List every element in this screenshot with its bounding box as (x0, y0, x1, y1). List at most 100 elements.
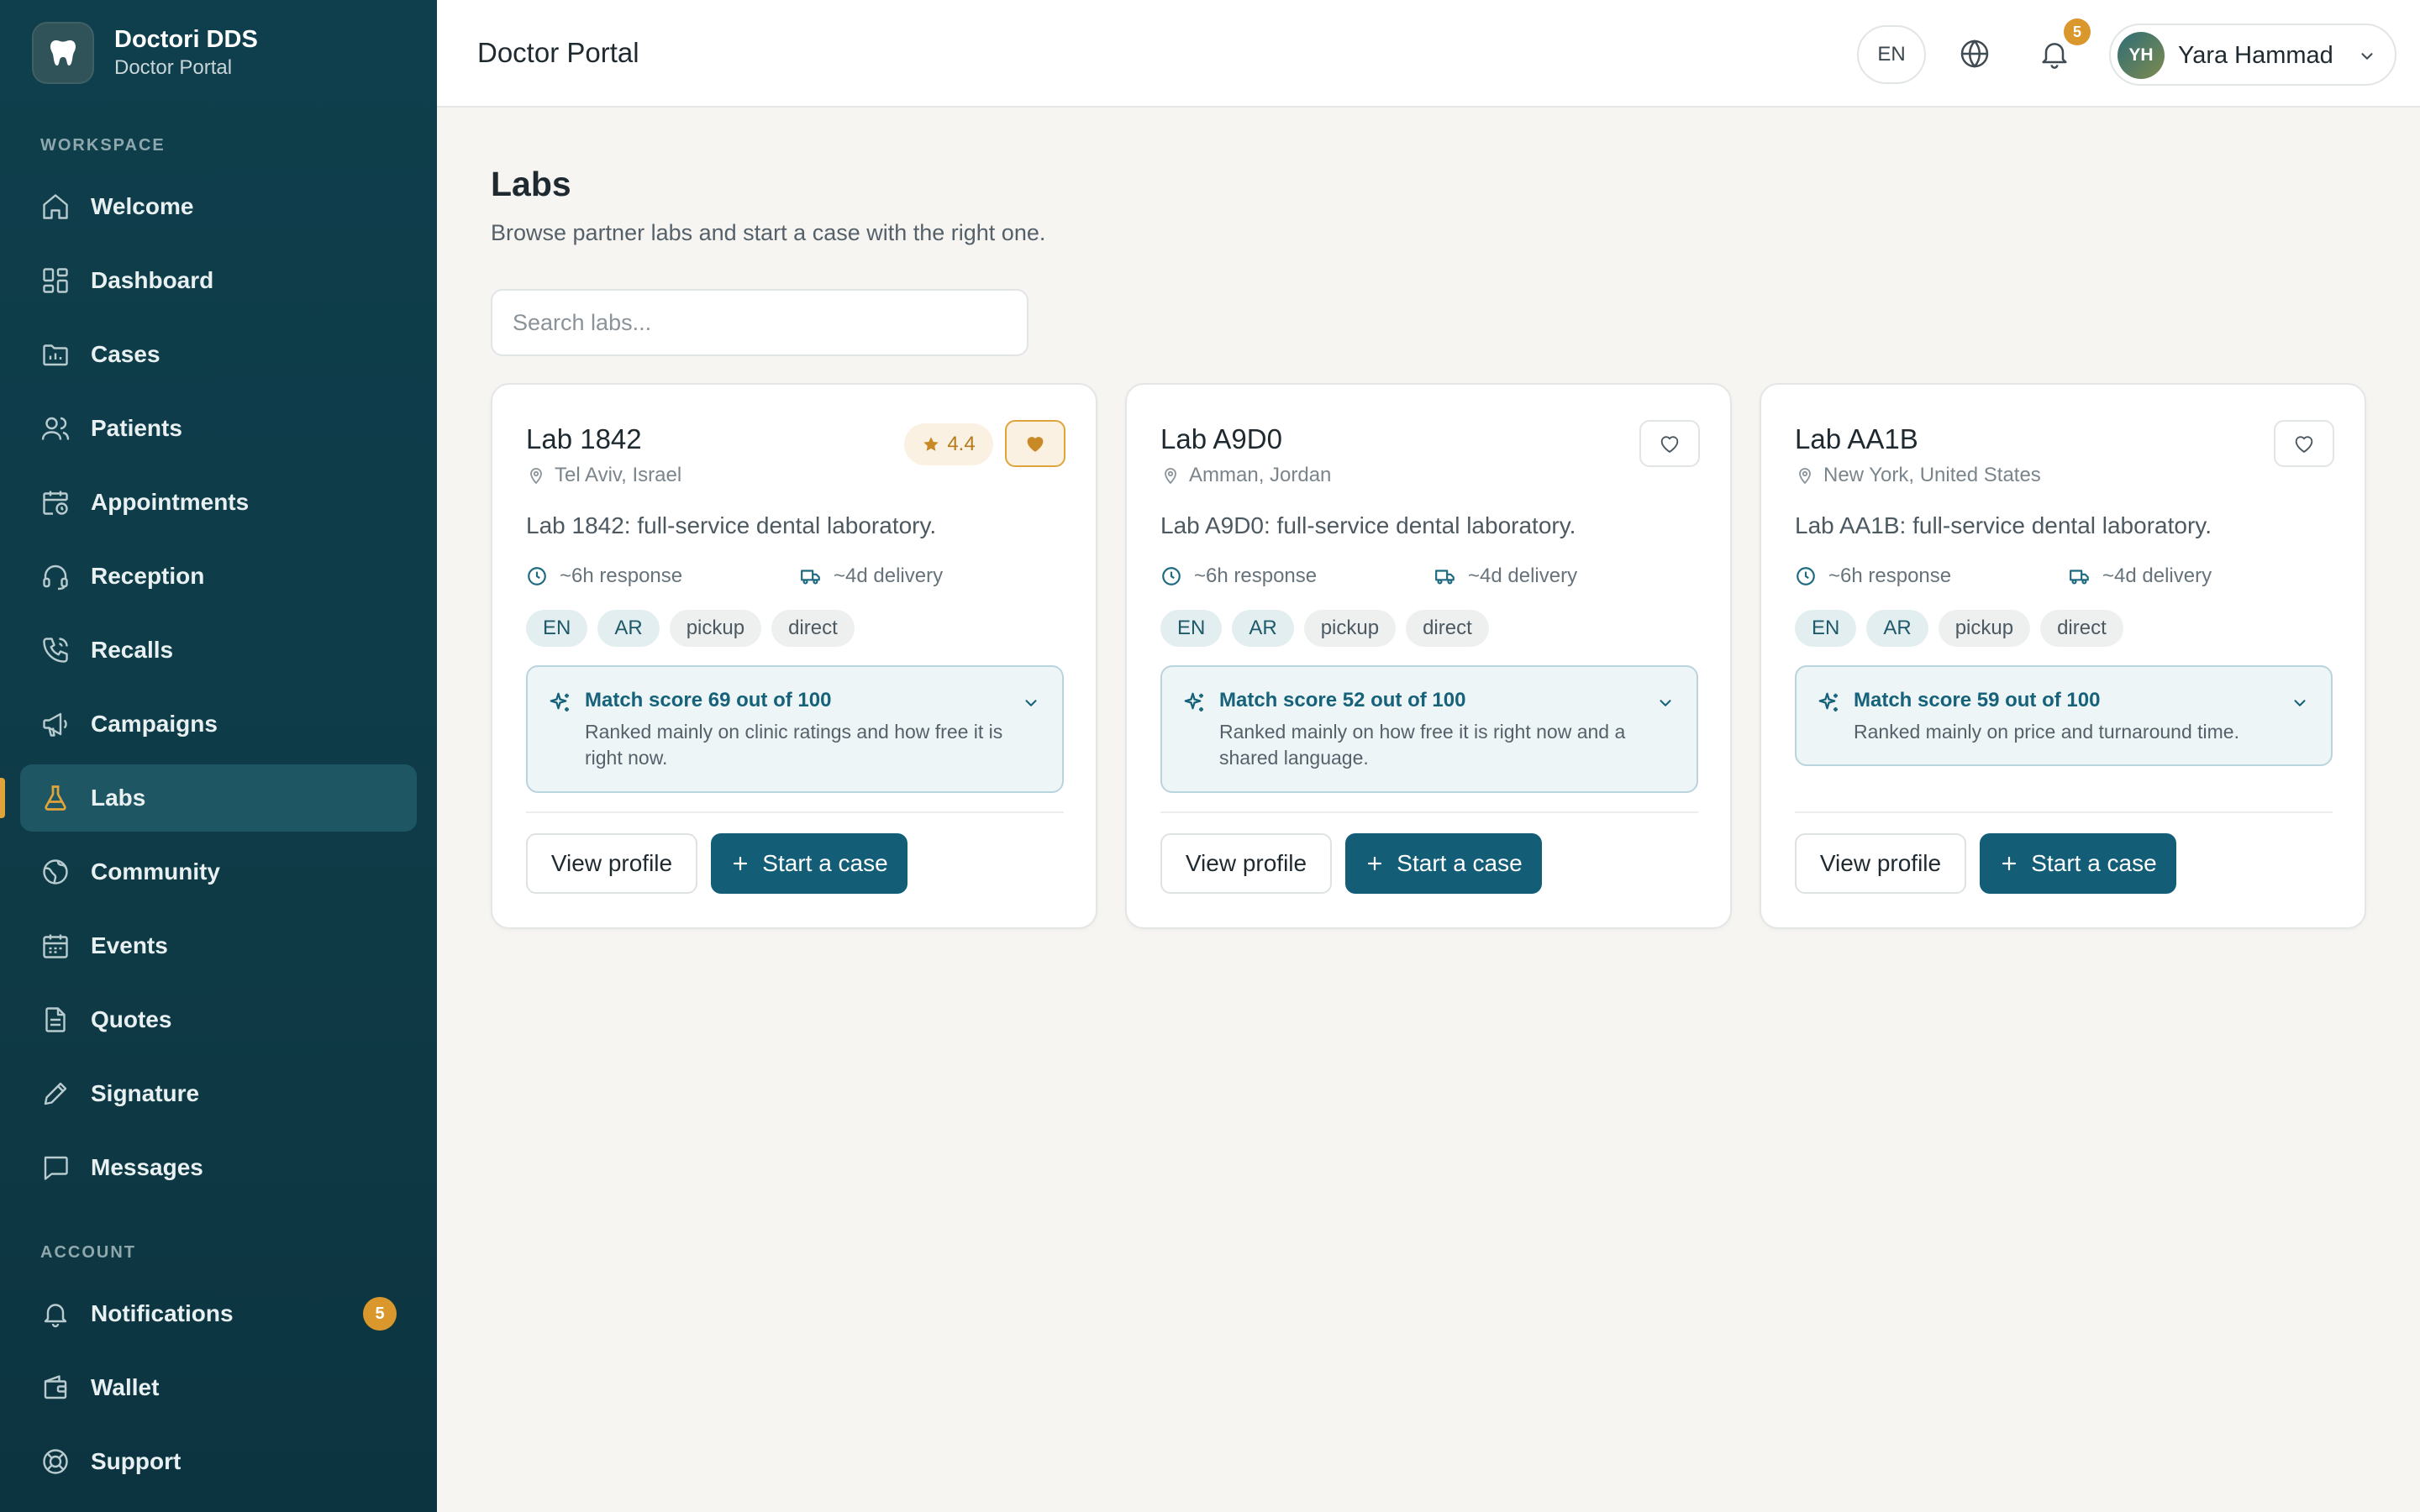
sidebar-item-label: Events (91, 932, 168, 958)
sidebar-item-dashboard[interactable]: Dashboard (20, 247, 417, 314)
calendar-icon (43, 934, 68, 958)
heart-filled-icon (1027, 437, 1044, 452)
sidebar-item-labs[interactable]: Labs (0, 764, 417, 832)
favorite-button[interactable] (1639, 420, 1700, 467)
sidebar-item-events[interactable]: Events (20, 912, 417, 979)
pen-icon (44, 1082, 67, 1105)
truck-icon (2070, 570, 2089, 585)
tag: AR (1866, 610, 1928, 647)
clock-icon (1162, 567, 1181, 585)
truck-icon (1435, 570, 1455, 585)
match-score-title: Match score 52 out of 100 (1219, 689, 1466, 711)
start-case-label: Start a case (762, 850, 888, 876)
search-input[interactable] (491, 289, 1028, 356)
lab-card: Lab AA1B New York, United States Lab AA1… (1760, 383, 2366, 929)
home-icon (43, 194, 68, 219)
sidebar-item-appointments[interactable]: Appointments (20, 469, 417, 536)
sidebar-item-signature[interactable]: Signature (20, 1060, 417, 1127)
sidebar-item-label: Campaigns (91, 711, 218, 737)
lab-tags: EN AR pickup direct (526, 610, 865, 647)
lab-card: Lab A9D0 Amman, Jordan Lab A9D0: full-se… (1125, 383, 1732, 929)
notifications-badge: 5 (2064, 18, 2091, 45)
lab-description: Lab AA1B: full-service dental laboratory… (1795, 512, 2212, 538)
start-case-button[interactable]: Start a case (1980, 833, 2176, 894)
sidebar-item-label: Cases (91, 341, 160, 367)
tag: AR (597, 610, 660, 647)
match-score-panel[interactable]: Match score 52 out of 100 Ranked mainly … (1160, 665, 1698, 793)
sidebar-item-reception[interactable]: Reception (20, 543, 417, 610)
view-profile-button[interactable]: View profile (526, 833, 697, 894)
chevron-down-icon (1660, 700, 1671, 706)
sidebar-item-label: Welcome (91, 193, 194, 219)
start-case-button[interactable]: Start a case (711, 833, 908, 894)
brand[interactable]: Doctori DDS Doctor Portal (32, 22, 258, 84)
sidebar-item-recalls[interactable]: Recalls (20, 617, 417, 684)
page-subtitle: Browse partner labs and start a case wit… (491, 220, 1046, 245)
sidebar-item-messages[interactable]: Messages (20, 1134, 417, 1201)
rating-value: 4.4 (947, 433, 976, 455)
lab-name: Lab AA1B (1795, 423, 1918, 454)
match-score-panel[interactable]: Match score 69 out of 100 Ranked mainly … (526, 665, 1064, 793)
sidebar-item-community[interactable]: Community (20, 838, 417, 906)
globe-icon[interactable] (1958, 37, 1991, 71)
sidebar-item-support[interactable]: Support (20, 1428, 417, 1495)
delivery-time: ~4d delivery (2069, 564, 2212, 588)
sidebar-item-patients[interactable]: Patients (20, 395, 417, 462)
location-text: Tel Aviv, Israel (555, 464, 682, 486)
sidebar-item-notifications[interactable]: Notifications 5 (20, 1280, 417, 1347)
favorite-button[interactable] (2274, 420, 2334, 467)
truck-icon (801, 570, 820, 585)
match-score-panel[interactable]: Match score 59 out of 100 Ranked mainly … (1795, 665, 2333, 766)
flask-icon (45, 785, 66, 811)
user-name: Yara Hammad (2178, 42, 2333, 69)
view-profile-button[interactable]: View profile (1795, 833, 1966, 894)
start-case-button[interactable]: Start a case (1345, 833, 1542, 894)
tag: EN (526, 610, 588, 647)
bell-icon (44, 1304, 67, 1328)
sparkle-icon (550, 692, 569, 711)
tag: direct (2040, 610, 2123, 647)
sidebar-item-label: Labs (91, 785, 146, 811)
response-time: ~6h response (1160, 564, 1317, 588)
divider (1160, 811, 1698, 813)
divider (1795, 811, 2333, 813)
user-menu[interactable]: YH Yara Hammad (2109, 24, 2396, 86)
megaphone-icon (43, 712, 67, 737)
chevron-down-icon (2361, 53, 2373, 60)
topbar-title: Doctor Portal (477, 37, 639, 68)
sidebar-item-label: Wallet (91, 1374, 160, 1400)
sidebar-item-wallet[interactable]: Wallet (20, 1354, 417, 1421)
sidebar-item-quotes[interactable]: Quotes (20, 986, 417, 1053)
location-pin-icon (1799, 468, 1811, 485)
rating-badge: 4.4 (904, 423, 993, 465)
heart-icon (1660, 436, 1679, 454)
sidebar-item-label: Notifications (91, 1300, 234, 1326)
lab-location: New York, United States (1795, 464, 2041, 487)
sidebar-item-welcome[interactable]: Welcome (20, 173, 417, 240)
divider (526, 811, 1064, 813)
chevron-down-icon (1025, 700, 1037, 706)
folder-icon (43, 344, 68, 366)
globe-icon (43, 859, 68, 885)
tag: pickup (1938, 610, 2031, 647)
document-icon (45, 1007, 66, 1032)
location-pin-icon (1165, 468, 1176, 485)
location-text: Amman, Jordan (1189, 464, 1332, 486)
view-profile-button[interactable]: View profile (1160, 833, 1332, 894)
notifications-count-badge: 5 (363, 1297, 397, 1331)
tag: direct (1406, 610, 1489, 647)
topbar: Doctor Portal EN 5 YH Yara Hammad (437, 0, 2420, 108)
lab-tags: EN AR pickup direct (1795, 610, 2133, 647)
sidebar-item-cases[interactable]: Cases (20, 321, 417, 388)
star-icon (923, 437, 939, 451)
match-score-reason: Ranked mainly on price and turnaround ti… (1854, 721, 2239, 743)
clock-icon (528, 567, 546, 585)
start-case-label: Start a case (2031, 850, 2157, 876)
bell-icon[interactable] (2038, 37, 2071, 71)
sidebar-item-label: Signature (91, 1080, 200, 1106)
sidebar-item-label: Community (91, 858, 220, 885)
language-button[interactable]: EN (1857, 25, 1926, 84)
section-label-workspace: WORKSPACE (40, 136, 166, 155)
favorite-button[interactable] (1005, 420, 1065, 467)
sidebar-item-campaigns[interactable]: Campaigns (20, 690, 417, 758)
